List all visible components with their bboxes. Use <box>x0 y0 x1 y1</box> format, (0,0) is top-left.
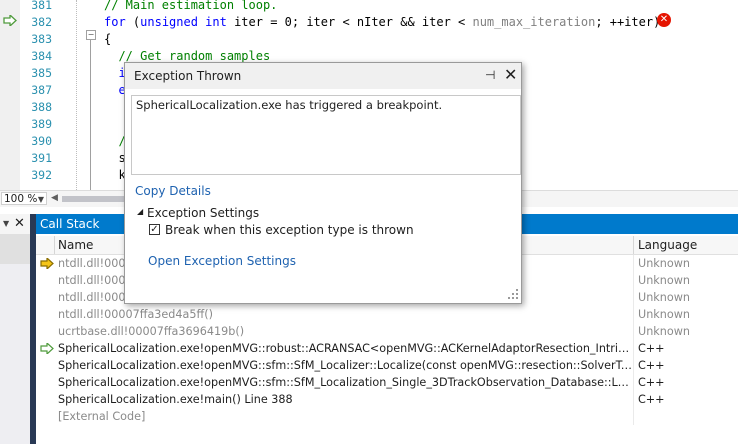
line-number: 384 <box>31 49 52 63</box>
line-number: 387 <box>31 83 52 97</box>
code-token: // Main estimation loop. <box>104 0 278 12</box>
left-tool-window-content <box>0 234 30 264</box>
exception-message: SphericalLocalization.exe has triggered … <box>136 98 443 112</box>
code-text: k <box>104 167 126 184</box>
code-text: for (unsigned int iter = 0; iter < nIter… <box>104 14 660 31</box>
code-token: k <box>104 168 126 182</box>
close-icon[interactable]: ✕ <box>504 65 517 84</box>
line-number: 388 <box>31 100 52 114</box>
line-number: 391 <box>31 151 52 165</box>
code-text: e <box>104 82 126 99</box>
frame-language: Unknown <box>638 325 690 338</box>
frame-name: SphericalLocalization.exe!main() Line 38… <box>58 393 293 406</box>
frame-language: Unknown <box>638 274 690 287</box>
exception-thrown-popup: Exception Thrown ⊣ ✕ SphericalLocalizati… <box>124 62 522 304</box>
code-token: num_max_iteration <box>472 15 596 29</box>
frame-language: Unknown <box>638 291 690 304</box>
scroll-left-icon[interactable]: ◀ <box>51 193 58 203</box>
table-row[interactable]: ucrtbase.dll!00007ffa3696419b() Unknown <box>36 323 738 340</box>
column-separator <box>633 306 634 323</box>
table-row[interactable]: [External Code] <box>36 408 738 425</box>
frame-language: C++ <box>638 393 665 406</box>
code-token: iter = 0; iter < nIter && iter < <box>226 15 473 29</box>
line-number: 390 <box>31 134 52 148</box>
code-token: e <box>104 83 126 97</box>
table-row[interactable]: ntdll.dll!00007ffa3ed4a5ff() Unknown <box>36 306 738 323</box>
column-separator <box>633 255 634 272</box>
break-on-throw-checkbox[interactable]: ✓ <box>149 224 160 235</box>
collapse-triangle-icon[interactable]: ◢ <box>137 207 143 216</box>
column-separator <box>633 357 634 374</box>
code-token: ( <box>125 15 141 29</box>
code-token: for <box>104 15 126 29</box>
resize-grip-icon[interactable] <box>508 289 518 299</box>
table-row[interactable]: SphericalLocalization.exe!main() Line 38… <box>36 391 738 408</box>
frame-language: C++ <box>638 342 665 355</box>
open-exception-settings-link[interactable]: Open Exception Settings <box>148 254 296 268</box>
chevron-down-icon[interactable]: ▼ <box>3 219 9 228</box>
code-text: { <box>104 31 111 48</box>
column-header-name[interactable]: Name <box>58 236 93 254</box>
column-separator <box>633 323 634 340</box>
code-token: i <box>104 66 126 80</box>
code-text: s <box>104 150 126 167</box>
table-row[interactable]: SphericalLocalization.exe!openMVG::sfm::… <box>36 357 738 374</box>
close-icon[interactable]: ✕ <box>14 216 25 231</box>
frame-name: ntdll.dll!00007ffa3ed4a5ff() <box>58 308 213 321</box>
column-separator <box>633 391 634 408</box>
exception-settings-label: Exception Settings <box>147 206 260 220</box>
frame-name: SphericalLocalization.exe!openMVG::sfm::… <box>58 359 633 372</box>
code-token: // Get random samples <box>104 49 271 63</box>
code-line[interactable]: 381 // Main estimation loop. <box>0 0 738 14</box>
column-separator <box>54 236 55 254</box>
table-row[interactable]: SphericalLocalization.exe!openMVG::sfm::… <box>36 374 738 391</box>
column-separator <box>633 374 634 391</box>
frame-language: C++ <box>638 359 665 372</box>
popup-title: Exception Thrown <box>134 69 242 83</box>
line-number: 392 <box>31 168 52 182</box>
column-separator <box>633 289 634 306</box>
column-separator <box>633 408 634 425</box>
copy-details-link[interactable]: Copy Details <box>135 184 211 198</box>
frame-name: SphericalLocalization.exe!openMVG::sfm::… <box>58 376 633 389</box>
column-separator <box>633 272 634 289</box>
frame-language: C++ <box>638 376 665 389</box>
popup-title-bar[interactable]: Exception Thrown ⊣ ✕ <box>125 63 521 89</box>
line-number: 383 <box>31 32 52 46</box>
chevron-down-icon: ▼ <box>37 195 44 204</box>
frame-name: SphericalLocalization.exe!openMVG::robus… <box>58 342 633 355</box>
line-number: 382 <box>31 15 52 29</box>
line-number: 381 <box>31 0 52 12</box>
code-line[interactable]: 383 { <box>0 31 738 48</box>
column-separator <box>633 340 634 357</box>
pin-icon[interactable]: ⊣ <box>485 68 495 82</box>
frame-language: Unknown <box>638 308 690 321</box>
frame-name: ucrtbase.dll!00007ffa3696419b() <box>58 325 245 338</box>
code-token: unsigned int <box>140 15 227 29</box>
code-token: ; ++iter) <box>595 15 661 29</box>
frame-language: Unknown <box>638 257 690 270</box>
code-line[interactable]: 382 for (unsigned int iter = 0; iter < nI… <box>0 14 738 31</box>
exception-message-box[interactable]: SphericalLocalization.exe has triggered … <box>131 95 521 175</box>
code-token: / <box>104 134 126 148</box>
column-header-language[interactable]: Language <box>638 236 697 254</box>
column-separator[interactable] <box>633 236 634 254</box>
code-token: s <box>104 151 126 165</box>
zoom-dropdown[interactable]: 100 % ▼ <box>1 192 47 205</box>
frame-name: [External Code] <box>58 410 146 423</box>
return-frame-arrow-icon <box>40 343 54 354</box>
code-token: { <box>104 32 112 46</box>
table-row[interactable]: SphericalLocalization.exe!openMVG::robus… <box>36 340 738 357</box>
error-icon: ✕ <box>657 13 671 27</box>
zoom-value: 100 % <box>4 193 38 205</box>
break-on-throw-label[interactable]: Break when this exception type is thrown <box>165 223 414 237</box>
current-frame-arrow-icon <box>40 258 54 269</box>
line-number: 385 <box>31 66 52 80</box>
code-text: // Main estimation loop. <box>104 0 277 14</box>
line-number: 389 <box>31 117 52 131</box>
